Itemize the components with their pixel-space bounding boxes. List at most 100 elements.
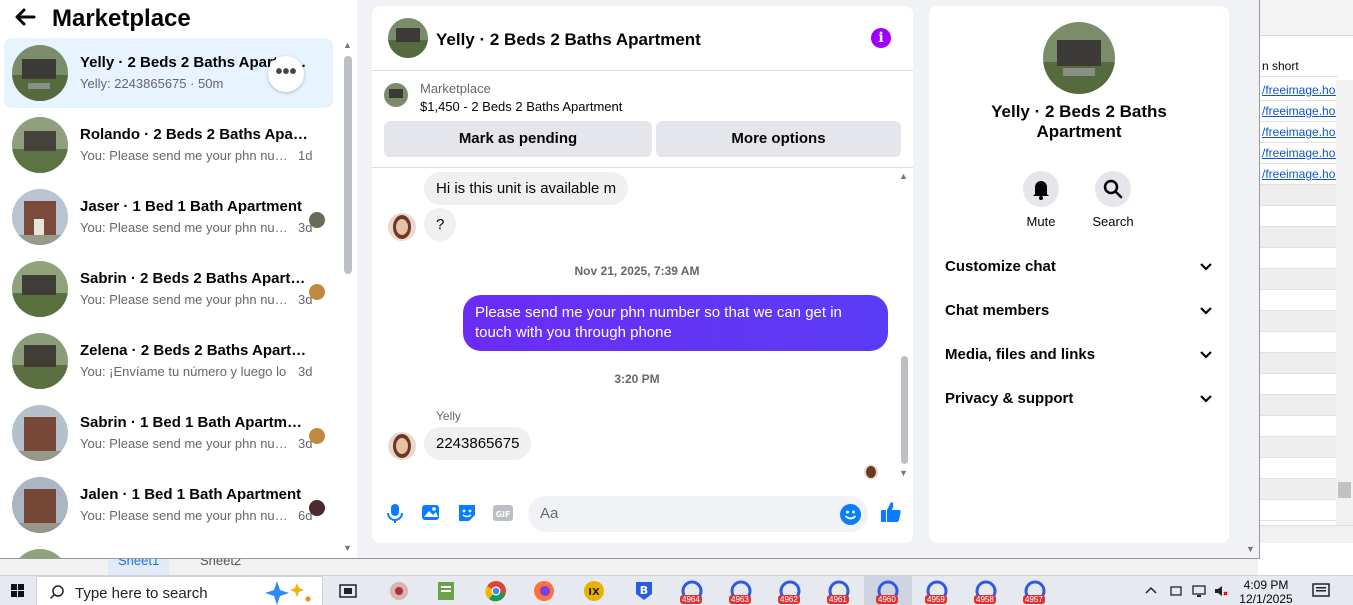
- photo-icon[interactable]: [420, 502, 442, 524]
- conversation-time: 1d: [298, 148, 313, 163]
- chat-members-section[interactable]: Chat members: [929, 290, 1229, 334]
- app-icon[interactable]: [387, 580, 411, 602]
- spreadsheet-horizontal-scrollbar[interactable]: [1258, 525, 1353, 543]
- sticker-icon[interactable]: [456, 502, 478, 524]
- scroll-down-arrow-icon[interactable]: ▼: [343, 543, 352, 553]
- spreadsheet-cell[interactable]: [1258, 479, 1338, 500]
- system-clock[interactable]: 4:09 PM 12/1/2025: [1236, 578, 1296, 605]
- incoming-message[interactable]: ?: [424, 208, 457, 241]
- conversation-item[interactable]: Jalen · 1 Bed 1 Bath Apartment You: Plea…: [4, 470, 333, 540]
- listing-banner: Marketplace $1,450 - 2 Beds 2 Baths Apar…: [372, 71, 913, 168]
- clock-time: 4:09 PM: [1243, 578, 1289, 592]
- info-icon[interactable]: i: [871, 28, 891, 48]
- spreadsheet-cell[interactable]: [1258, 311, 1338, 332]
- spreadsheet-cell[interactable]: [1258, 185, 1338, 206]
- app-icon[interactable]: IX: [582, 580, 606, 602]
- firefox-icon[interactable]: [532, 580, 556, 602]
- message-input[interactable]: Aa: [528, 496, 868, 532]
- spreadsheet-scroll-thumb[interactable]: [1338, 482, 1351, 498]
- listing-thumbnail[interactable]: [384, 83, 408, 107]
- spreadsheet-cell[interactable]: [1258, 458, 1338, 479]
- taskbar-search-box[interactable]: Type here to search: [36, 576, 323, 605]
- chrome-icon[interactable]: [484, 580, 508, 602]
- task-view-icon[interactable]: [336, 580, 360, 602]
- spreadsheet-cell[interactable]: [1258, 374, 1338, 395]
- emoji-icon[interactable]: [840, 504, 861, 525]
- spreadsheet-link-cell[interactable]: /freeimage.hos: [1258, 164, 1338, 185]
- spreadsheet-link-cell[interactable]: /freeimage.hos: [1258, 80, 1338, 101]
- scroll-down-arrow-icon[interactable]: ▼: [899, 468, 908, 478]
- taskbar: Type here to search IX B 4964 4963 4962 …: [0, 575, 1353, 605]
- window-badge: 4957: [1023, 595, 1045, 604]
- conversation-time: 3d: [298, 364, 313, 379]
- meet-now-icon[interactable]: [1169, 584, 1183, 598]
- spreadsheet-cell[interactable]: [1258, 395, 1338, 416]
- network-icon[interactable]: [1192, 584, 1206, 598]
- sparkle-icon: [265, 581, 311, 605]
- listing-avatar: [12, 333, 68, 389]
- spreadsheet-cell[interactable]: [1258, 332, 1338, 353]
- chat-title[interactable]: Yelly · 2 Beds 2 Baths Apartment: [436, 30, 701, 50]
- scroll-up-arrow-icon[interactable]: ▲: [343, 40, 352, 50]
- spreadsheet-cell[interactable]: [1258, 227, 1338, 248]
- privacy-support-section[interactable]: Privacy & support: [929, 378, 1229, 422]
- gif-icon[interactable]: GIF: [492, 502, 514, 524]
- chevron-up-icon[interactable]: [1144, 584, 1158, 598]
- more-options-icon[interactable]: •••: [268, 56, 304, 92]
- browser-icon[interactable]: B: [632, 580, 656, 602]
- profile-avatar[interactable]: [1043, 22, 1115, 94]
- scroll-thumb[interactable]: [901, 356, 908, 464]
- spreadsheet-cell[interactable]: [1258, 437, 1338, 458]
- window-badge: 4963: [729, 595, 751, 604]
- spreadsheet-cell[interactable]: [1258, 206, 1338, 227]
- search-button[interactable]: Search: [1083, 171, 1143, 229]
- notification-icon[interactable]: [1312, 583, 1330, 599]
- mark-as-pending-button[interactable]: Mark as pending: [384, 121, 652, 157]
- incoming-message[interactable]: 2243865675: [424, 427, 532, 460]
- spreadsheet-link-cell[interactable]: /freeimage.hos: [1258, 101, 1338, 122]
- spreadsheet-cell[interactable]: [1258, 269, 1338, 290]
- incoming-message[interactable]: Hi is this unit is available m: [424, 172, 629, 205]
- spreadsheet-scrollbar[interactable]: [1336, 80, 1353, 525]
- conversation-item[interactable]: Jaser · 1 Bed 1 Bath Apartment You: Plea…: [4, 182, 333, 252]
- outgoing-message[interactable]: Please send me your phn number so that w…: [463, 295, 888, 351]
- conversation-item[interactable]: Sabrin · 1 Bed 1 Bath Apartment You: Ple…: [4, 398, 333, 468]
- thumbs-up-icon[interactable]: [879, 500, 901, 522]
- conversation-item[interactable]: Rolando · 2 Beds 2 Baths Apartment You: …: [4, 110, 333, 180]
- window-badge: 4959: [925, 595, 947, 604]
- microphone-icon[interactable]: [384, 502, 406, 524]
- spreadsheet-header-cell[interactable]: n short: [1258, 56, 1338, 77]
- spreadsheet-link-cell[interactable]: /freeimage.hos: [1258, 122, 1338, 143]
- volume-muted-icon[interactable]: [1214, 584, 1228, 598]
- conversation-sidebar: Marketplace Yelly · 2 Beds 2 Baths Apart…: [0, 0, 357, 558]
- spreadsheet-link-cell[interactable]: /freeimage.hos: [1258, 143, 1338, 164]
- windows-start-icon[interactable]: [0, 576, 36, 605]
- conversation-item[interactable]: Sabrin · 2 Beds 2 Baths Apartment You: P…: [4, 254, 333, 324]
- listing-avatar: [12, 477, 68, 533]
- spreadsheet-column-header: [1258, 0, 1353, 36]
- mute-button[interactable]: Mute: [1011, 171, 1071, 229]
- spreadsheet-cell[interactable]: [1258, 290, 1338, 311]
- conversation-item[interactable]: Zelena · 2 Beds 2 Baths Apartment You: ¡…: [4, 326, 333, 396]
- section-label: Privacy & support: [945, 390, 1074, 407]
- conversation-name: Rolando · 2 Beds 2 Baths Apartment: [80, 126, 308, 143]
- conversation-list-scrollbar[interactable]: ▲ ▼: [340, 38, 357, 558]
- page-title: Marketplace: [52, 5, 191, 32]
- window-scroll-down-arrow-icon[interactable]: ▼: [1246, 544, 1255, 554]
- chat-scrollbar[interactable]: ▲ ▼: [896, 168, 913, 482]
- scroll-thumb[interactable]: [344, 56, 352, 274]
- conversation-item[interactable]: [4, 542, 333, 558]
- spreadsheet-cell[interactable]: [1258, 500, 1338, 521]
- scroll-up-arrow-icon[interactable]: ▲: [899, 171, 908, 181]
- media-files-links-section[interactable]: Media, files and links: [929, 334, 1229, 378]
- listing-price[interactable]: $1,450 - 2 Beds 2 Baths Apartment: [420, 99, 622, 114]
- conversation-item[interactable]: Yelly · 2 Beds 2 Baths Apartment Yelly: …: [4, 38, 333, 108]
- spreadsheet-cell[interactable]: [1258, 353, 1338, 374]
- back-arrow-icon[interactable]: [14, 6, 42, 32]
- spreadsheet-cell[interactable]: [1258, 416, 1338, 437]
- notepad-icon[interactable]: [434, 580, 458, 602]
- more-options-button[interactable]: More options: [656, 121, 901, 157]
- chat-avatar[interactable]: [388, 18, 428, 58]
- customize-chat-section[interactable]: Customize chat: [929, 246, 1229, 290]
- spreadsheet-cell[interactable]: [1258, 248, 1338, 269]
